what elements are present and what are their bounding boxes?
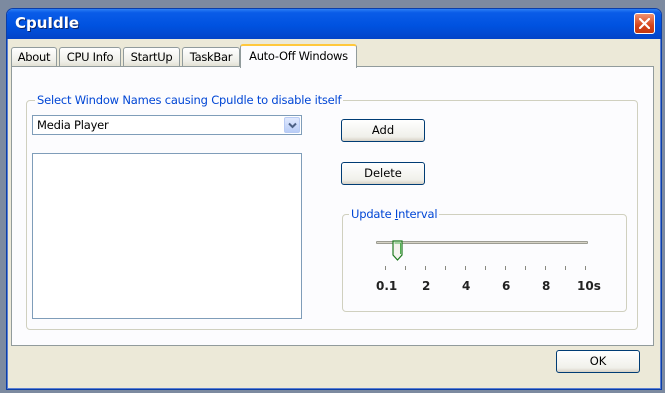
slider-tick (525, 266, 526, 270)
slider-tick (565, 266, 566, 270)
add-button[interactable]: Add (341, 119, 425, 142)
slider-tick-label: 10s (577, 279, 601, 293)
window-name-select-value: Media Player (37, 118, 109, 132)
window-names-list[interactable] (32, 153, 302, 319)
window-title: CpuIdle (15, 14, 80, 32)
chevron-down-icon (288, 122, 297, 129)
slider-tick-label: 6 (502, 279, 511, 293)
slider-tick (385, 266, 386, 270)
slider-tick (485, 266, 486, 270)
slider-tick-label: 0.1 (376, 279, 398, 293)
window-name-select[interactable]: Media Player (32, 115, 302, 135)
tab-auto-off-windows[interactable]: Auto-Off Windows (240, 44, 357, 68)
update-interval-group: Update Interval (342, 207, 627, 312)
slider-tick (465, 266, 466, 270)
slider-tick-label: 2 (422, 279, 431, 293)
delete-button[interactable]: Delete (341, 162, 425, 185)
slider-tick (425, 266, 426, 270)
tab-taskbar[interactable]: TaskBar (182, 47, 240, 67)
update-interval-slider-track[interactable] (376, 241, 588, 244)
close-button[interactable] (634, 13, 655, 34)
update-interval-slider-thumb[interactable] (392, 240, 403, 261)
group-label: Select Window Names causing CpuIdle to d… (35, 93, 344, 107)
update-interval-label: Update Interval (349, 207, 440, 221)
close-icon (639, 18, 650, 29)
tab-about[interactable]: About (11, 47, 57, 67)
title-bar[interactable]: CpuIdle (7, 9, 661, 39)
slider-tick (585, 266, 586, 270)
slider-tick (505, 266, 506, 270)
tab-cpu-info[interactable]: CPU Info (59, 47, 121, 67)
slider-tick (405, 266, 406, 270)
tab-startup[interactable]: StartUp (123, 47, 180, 67)
slider-tick-label: 4 (462, 279, 471, 293)
slider-tick (445, 266, 446, 270)
dropdown-button[interactable] (284, 117, 300, 133)
slider-tick (545, 266, 546, 270)
slider-tick-label: 8 (542, 279, 551, 293)
ok-button[interactable]: OK (556, 350, 640, 373)
